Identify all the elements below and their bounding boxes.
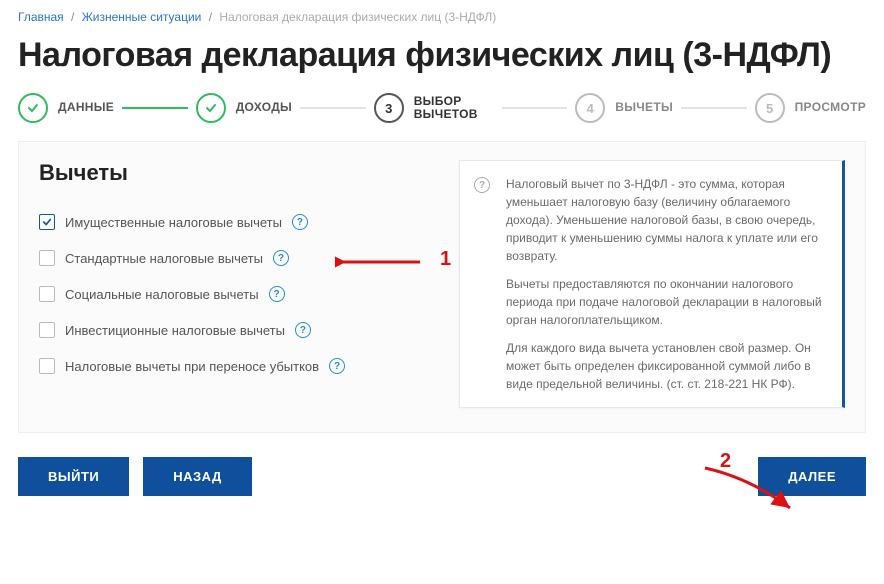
step-label: ВЫБОР ВЫЧЕТОВ [414,95,494,121]
main-panel: Вычеты Имущественные налоговые вычеты ? … [18,141,866,433]
check-standard-deductions[interactable]: Стандартные налоговые вычеты ? [39,240,429,276]
help-icon[interactable]: ? [329,358,345,374]
stepper: ДАННЫЕ ДОХОДЫ 3 ВЫБОР ВЫЧЕТОВ 4 ВЫЧЕТЫ 5… [0,93,884,141]
checkbox-empty-icon[interactable] [39,322,55,338]
check-label: Инвестиционные налоговые вычеты [65,323,285,338]
step-number: 4 [575,93,605,123]
breadcrumb-current: Налоговая декларация физических лиц (3-Н… [219,10,496,24]
step-2[interactable]: ДОХОДЫ [196,93,292,123]
step-5[interactable]: 5 ПРОСМОТР [755,93,866,123]
breadcrumb-home[interactable]: Главная [18,10,64,24]
check-label: Стандартные налоговые вычеты [65,251,263,266]
button-bar: ВЫЙТИ НАЗАД ДАЛЕЕ [18,457,866,496]
check-social-deductions[interactable]: Социальные налоговые вычеты ? [39,276,429,312]
step-label: ПРОСМОТР [795,101,866,114]
step-label: ДОХОДЫ [236,101,292,114]
exit-button[interactable]: ВЫЙТИ [18,457,129,496]
check-label: Налоговые вычеты при переносе убытков [65,359,319,374]
checkbox-empty-icon[interactable] [39,358,55,374]
check-investment-deductions[interactable]: Инвестиционные налоговые вычеты ? [39,312,429,348]
check-loss-carryforward[interactable]: Налоговые вычеты при переносе убытков ? [39,348,429,384]
info-paragraph: Вычеты предоставляются по окончании нало… [506,275,826,329]
help-icon[interactable]: ? [295,322,311,338]
info-paragraph: Налоговый вычет по 3-НДФЛ - это сумма, к… [506,175,826,265]
breadcrumb: Главная / Жизненные ситуации / Налоговая… [0,0,884,30]
checkbox-checked-icon[interactable] [39,214,55,230]
check-icon [18,93,48,123]
check-label: Социальные налоговые вычеты [65,287,259,302]
section-title: Вычеты [39,160,429,186]
page-title: Налоговая декларация физических лиц (3-Н… [0,30,884,93]
check-icon [196,93,226,123]
step-4[interactable]: 4 ВЫЧЕТЫ [575,93,673,123]
step-label: ДАННЫЕ [58,101,114,114]
step-number: 3 [374,93,404,123]
check-label: Имущественные налоговые вычеты [65,215,282,230]
step-1[interactable]: ДАННЫЕ [18,93,114,123]
checkbox-empty-icon[interactable] [39,286,55,302]
breadcrumb-situations[interactable]: Жизненные ситуации [82,10,202,24]
checkbox-empty-icon[interactable] [39,250,55,266]
info-paragraph: Для каждого вида вычета установлен свой … [506,339,826,393]
step-number: 5 [755,93,785,123]
check-property-deductions[interactable]: Имущественные налоговые вычеты ? [39,204,429,240]
help-icon[interactable]: ? [292,214,308,230]
info-icon: ? [474,177,490,193]
help-icon[interactable]: ? [273,250,289,266]
info-box: ? Налоговый вычет по 3-НДФЛ - это сумма,… [459,160,845,408]
help-icon[interactable]: ? [269,286,285,302]
step-3[interactable]: 3 ВЫБОР ВЫЧЕТОВ [374,93,494,123]
next-button[interactable]: ДАЛЕЕ [758,457,866,496]
step-label: ВЫЧЕТЫ [615,101,673,114]
back-button[interactable]: НАЗАД [143,457,252,496]
